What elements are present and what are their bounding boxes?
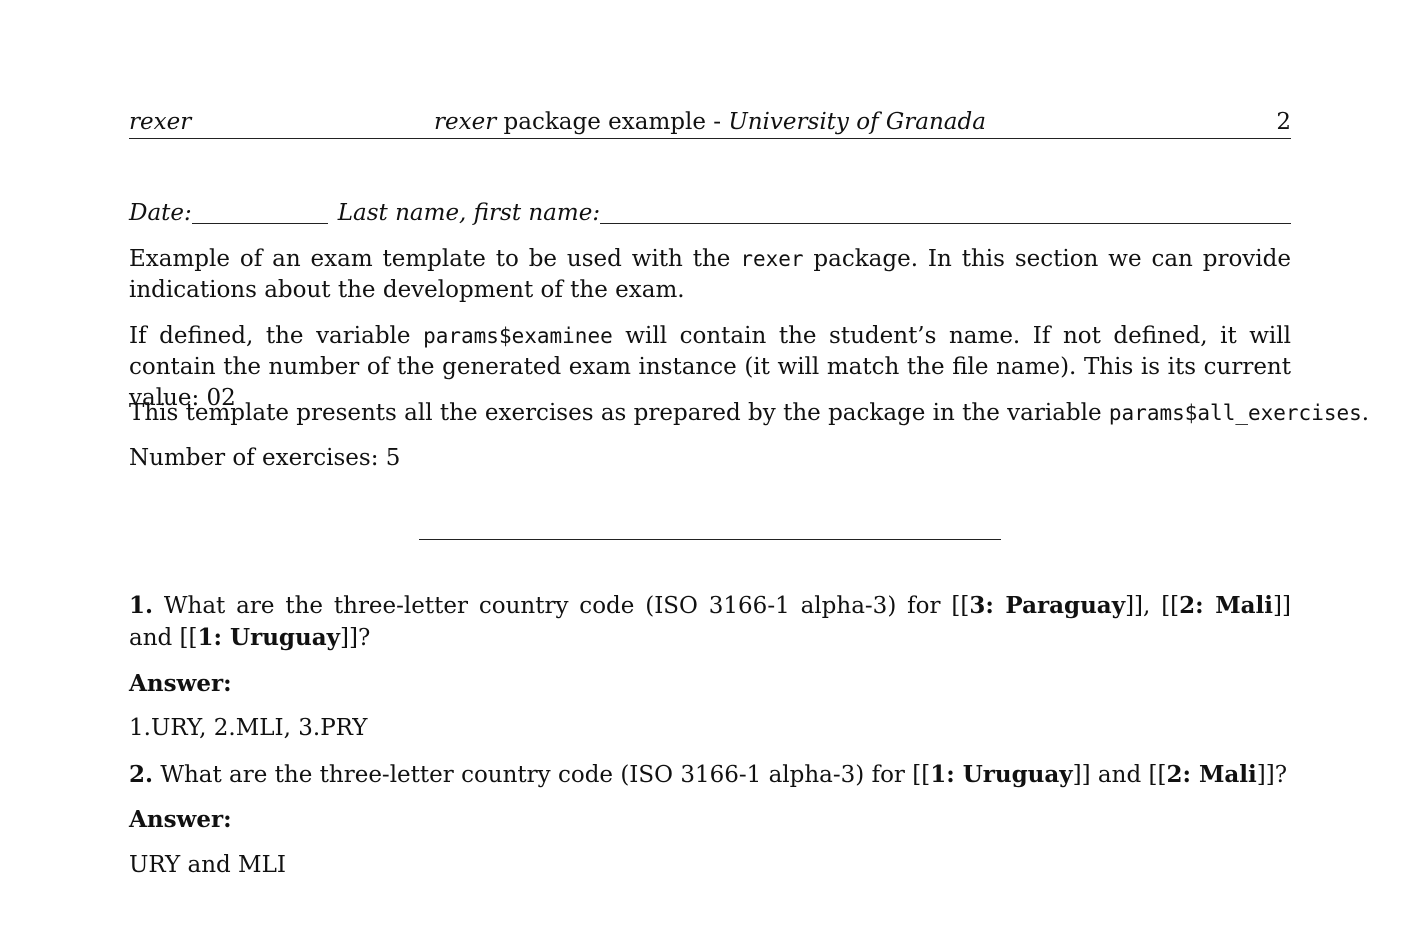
section-divider [419, 539, 1001, 540]
page-number: 2 [1276, 109, 1291, 135]
running-header: rexer rexer package example - University… [129, 105, 1291, 139]
exercise-1-question: 1. What are the three-letter country cod… [129, 590, 1291, 654]
question-text: ]]? [1256, 762, 1288, 788]
intro-paragraph-1: Example of an exam template to be used w… [129, 244, 1291, 306]
question-text: ]] and [[ [1072, 762, 1167, 788]
header-title-pkg: rexer [434, 109, 497, 135]
code-rexer: rexer [740, 247, 804, 271]
exercise-count: Number of exercises: 5 [129, 445, 401, 471]
question-bold: 1: Uruguay [930, 761, 1073, 788]
date-blank [191, 199, 328, 224]
intro-text: If defined, the variable [129, 323, 424, 349]
header-title-plain: package example - [496, 109, 729, 135]
question-bold: 3: Paraguay [969, 592, 1126, 619]
exercise-2-question: 2. What are the three-letter country cod… [129, 759, 1291, 791]
question-text: What are the three-letter country code (… [153, 593, 970, 619]
intro-text: Example of an exam template to be used w… [129, 246, 741, 272]
intro-paragraph-3: This template presents all the exercises… [129, 398, 1369, 429]
question-text: ]]? [340, 625, 371, 651]
code-examinee: params$examinee [423, 324, 613, 348]
exercise-1-answer: 1.URY, 2.MLI, 3.PRY [129, 715, 368, 741]
exercise-2-answer-label: Answer: [129, 806, 232, 833]
intro-text: This template presents all the exercises… [129, 400, 1109, 426]
question-bold: 2: Mali [1166, 761, 1257, 788]
name-label: Last name, first name: [337, 200, 601, 226]
question-text: ]], [[ [1125, 593, 1180, 619]
identification-line: Date: Last name, first name: [129, 196, 1291, 226]
header-title: rexer package example - University of Gr… [129, 109, 1291, 135]
question-bold: 1: Uruguay [197, 624, 340, 651]
date-label: Date: [129, 200, 192, 226]
question-text: What are the three-letter country code (… [153, 762, 931, 788]
exercise-2-answer: URY and MLI [129, 852, 286, 878]
question-bold: 2: Mali [1179, 592, 1274, 619]
intro-text: . [1361, 400, 1370, 426]
header-title-univ: University of Granada [728, 109, 986, 135]
exercise-number: 1. [129, 592, 154, 619]
code-all-exercises: params$all_exercises [1108, 401, 1362, 425]
name-blank [600, 199, 1291, 224]
exercise-number: 2. [129, 761, 154, 788]
exercise-1-answer-label: Answer: [129, 670, 232, 697]
